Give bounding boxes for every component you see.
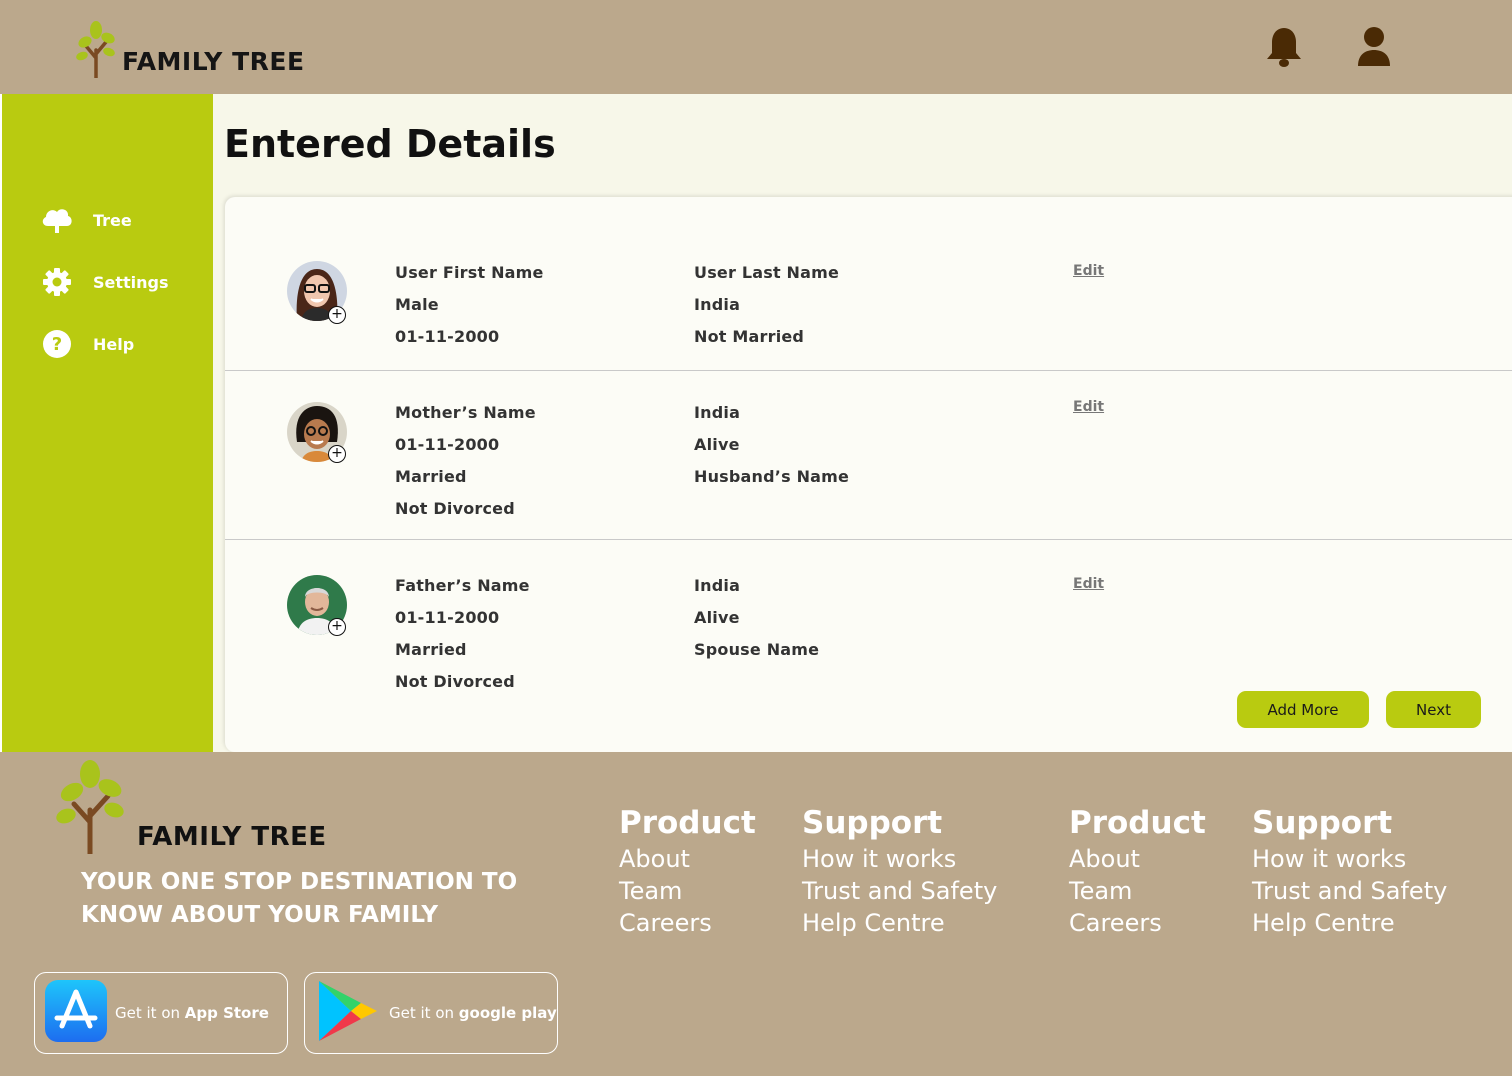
field-value: Alive (694, 435, 740, 454)
tagline-line: YOUR ONE STOP DESTINATION TO (81, 869, 518, 895)
footer-column-support: Support How it works Trust and Safety He… (802, 805, 997, 939)
footer-link[interactable]: How it works (802, 843, 997, 875)
next-button[interactable]: Next (1386, 691, 1481, 728)
sidebar-item-tree[interactable]: Tree (40, 204, 132, 236)
tree-cloud-icon (40, 204, 74, 236)
footer-link[interactable]: About (619, 843, 756, 875)
field-value: Spouse Name (694, 640, 820, 659)
footer-column-heading: Product (1069, 805, 1206, 841)
field-value: Mother’s Name (395, 403, 536, 422)
details-card: + User First Name Male 01-11-2000 User L… (225, 197, 1512, 752)
footer-column-heading: Support (1252, 805, 1393, 841)
google-play-icon (315, 979, 379, 1047)
field-value: User Last Name (694, 263, 840, 282)
field-value: India (694, 403, 741, 422)
store-name: google play (458, 1004, 557, 1022)
row-divider (225, 539, 1512, 540)
field-value: Male (395, 295, 439, 314)
footer-tagline: YOUR ONE STOP DESTINATION TO KNOW ABOUT … (81, 866, 517, 932)
tagline-line: KNOW ABOUT YOUR FAMILY (81, 902, 439, 928)
footer-column-support: Support How it works Trust and Safety He… (1252, 805, 1447, 939)
field-value: Alive (694, 608, 740, 627)
add-relative-icon[interactable]: + (328, 306, 346, 324)
add-relative-icon[interactable]: + (328, 618, 346, 636)
tree-logo-icon (56, 760, 126, 858)
gear-icon (40, 266, 74, 298)
field-value: Married (395, 467, 467, 486)
help-icon: ? (40, 328, 74, 360)
footer-link[interactable]: Team (619, 875, 756, 907)
main-content: Entered Details + User First Name Male 0… (213, 94, 1512, 752)
footer-link[interactable]: Trust and Safety (1252, 875, 1447, 907)
field-value: India (694, 295, 741, 314)
field-value: India (694, 576, 741, 595)
edit-link[interactable]: Edit (1073, 263, 1104, 279)
footer-column-heading: Support (802, 805, 943, 841)
app-store-icon (45, 980, 107, 1046)
notification-bell-icon[interactable] (1265, 26, 1303, 68)
store-prefix: Get it on (115, 1004, 185, 1022)
footer: FAMILY TREE YOUR ONE STOP DESTINATION TO… (0, 752, 1512, 1076)
edit-link[interactable]: Edit (1073, 399, 1104, 415)
field-value: Husband’s Name (694, 467, 850, 486)
footer-link[interactable]: Careers (1069, 907, 1206, 939)
field-value: Married (395, 640, 467, 659)
field-value: 01-11-2000 (395, 435, 500, 454)
add-more-button[interactable]: Add More (1237, 691, 1369, 728)
footer-column-product: Product About Team Careers (619, 805, 756, 939)
field-value: 01-11-2000 (395, 327, 500, 346)
field-value: Father’s Name (395, 576, 530, 595)
edit-link[interactable]: Edit (1073, 576, 1104, 592)
store-prefix: Get it on (389, 1004, 459, 1022)
footer-column-product: Product About Team Careers (1069, 805, 1206, 939)
field-value: Not Divorced (395, 499, 515, 518)
add-relative-icon[interactable]: + (328, 445, 346, 463)
sidebar-item-label: Settings (93, 272, 169, 292)
user-profile-icon[interactable] (1356, 26, 1392, 68)
svg-text:?: ? (52, 334, 62, 355)
footer-column-heading: Product (619, 805, 756, 841)
sidebar-item-label: Help (93, 334, 135, 354)
footer-link[interactable]: Careers (619, 907, 756, 939)
store-name: App Store (184, 1004, 269, 1022)
top-header: FAMILY TREE (0, 0, 1512, 94)
footer-link[interactable]: Help Centre (1252, 907, 1447, 939)
footer-link[interactable]: Team (1069, 875, 1206, 907)
field-value: 01-11-2000 (395, 608, 500, 627)
sidebar-item-label: Tree (93, 210, 132, 230)
sidebar-item-settings[interactable]: Settings (40, 266, 169, 298)
footer-link[interactable]: How it works (1252, 843, 1447, 875)
field-value: Not Married (694, 327, 805, 346)
logo-text: FAMILY TREE (122, 47, 305, 76)
page-title: Entered Details (224, 122, 556, 166)
row-divider (225, 370, 1512, 371)
footer-link[interactable]: Trust and Safety (802, 875, 997, 907)
sidebar-item-help[interactable]: ? Help (40, 328, 134, 360)
field-value: Not Divorced (395, 672, 515, 691)
footer-logo-text: FAMILY TREE (137, 822, 327, 852)
app-store-button[interactable]: Get it on App Store (34, 972, 288, 1054)
field-value: User First Name (395, 263, 544, 282)
tree-logo-icon (76, 20, 116, 82)
footer-link[interactable]: About (1069, 843, 1206, 875)
footer-link[interactable]: Help Centre (802, 907, 997, 939)
header-logo[interactable]: FAMILY TREE (76, 20, 305, 82)
google-play-button[interactable]: Get it on google play (304, 972, 558, 1054)
sidebar: Tree Settings ? Help (0, 94, 213, 752)
